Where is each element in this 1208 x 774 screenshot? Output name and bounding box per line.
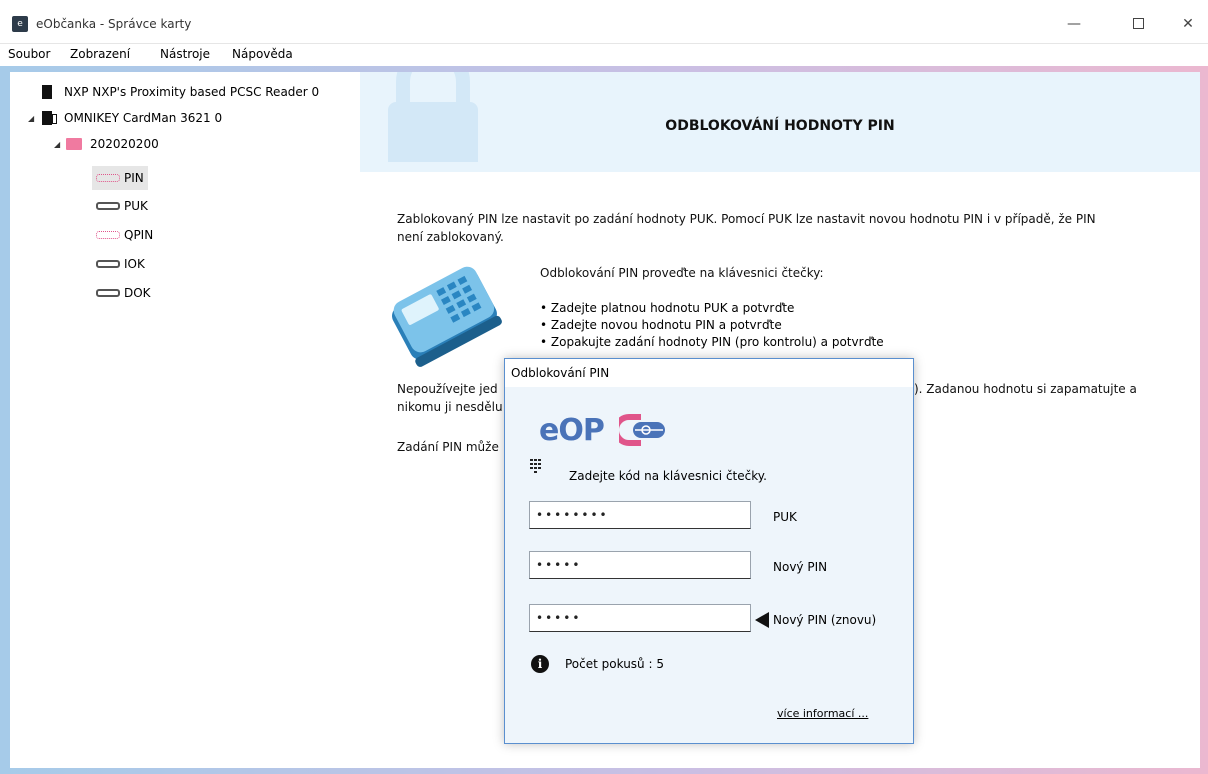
- tree-item-dok[interactable]: DOK: [96, 281, 151, 305]
- menu-nastroje[interactable]: Nástroje: [160, 47, 210, 61]
- card-reader-icon: [40, 110, 58, 126]
- eop-logo-icon: [619, 414, 665, 446]
- card-terminal-icon: [392, 266, 502, 367]
- tree-item-label: PIN: [124, 171, 144, 185]
- expand-arrow-icon[interactable]: ◢: [28, 114, 40, 123]
- close-button[interactable]: ✕: [1176, 12, 1200, 36]
- maximize-icon: [1132, 18, 1144, 29]
- menu-soubor[interactable]: Soubor: [8, 47, 50, 61]
- new-pin-label: Nový PIN: [773, 560, 828, 574]
- intro-line-2: není zablokovaný.: [397, 230, 504, 244]
- tree-reader-nxp[interactable]: NXP NXP's Proximity based PCSC Reader 0: [40, 80, 319, 104]
- id-card-icon: [66, 138, 82, 150]
- confirm-pin-label: Nový PIN (znovu): [773, 613, 877, 627]
- window-title: eObčanka - Správce karty: [36, 17, 192, 31]
- instruction-text: Odblokování PIN proveďte na klávesnici č…: [540, 266, 824, 280]
- attempts-counter: Počet pokusů : 5: [565, 657, 664, 671]
- device-tree: NXP NXP's Proximity based PCSC Reader 0 …: [10, 72, 360, 768]
- list-item: • Zopakujte zadání hodnoty PIN (pro kont…: [540, 335, 884, 349]
- minimize-button[interactable]: —: [1062, 12, 1086, 36]
- key-code-icon: [96, 260, 120, 268]
- warning-text-line2: nikomu ji nesdělu: [397, 400, 503, 414]
- maximize-button[interactable]: [1126, 12, 1150, 36]
- tree-item-qpin[interactable]: QPIN: [96, 223, 153, 247]
- card-reader-icon: [40, 84, 58, 100]
- tree-item-label: PUK: [124, 199, 148, 213]
- tree-item-label: QPIN: [124, 228, 154, 242]
- key-code-icon: [96, 289, 120, 297]
- tree-card[interactable]: ◢ 202020200: [54, 132, 159, 156]
- warning-text-end: ). Zadanou hodnotu si zapamatujte a: [914, 382, 1137, 396]
- eop-logo: eOP: [539, 413, 605, 448]
- tree-card-label: 202020200: [90, 137, 159, 151]
- pin-code-icon: [96, 231, 120, 239]
- dialog-title: Odblokování PIN: [511, 366, 610, 380]
- info-icon: i: [531, 655, 549, 673]
- more-info-link[interactable]: více informací ...: [777, 707, 868, 720]
- puk-field[interactable]: ••••••••: [529, 501, 751, 529]
- app-icon: e: [12, 16, 28, 32]
- list-item: • Zadejte novou hodnotu PIN a potvrďte: [540, 318, 782, 332]
- tree-reader-omnikey[interactable]: ◢ OMNIKEY CardMan 3621 0: [28, 106, 222, 130]
- tree-item-iok[interactable]: IOK: [96, 252, 145, 276]
- new-pin-field[interactable]: •••••: [529, 551, 751, 579]
- lock-watermark-icon: [388, 72, 478, 162]
- expand-arrow-icon[interactable]: ◢: [54, 140, 66, 149]
- title-bar: e eObčanka - Správce karty — ✕: [0, 0, 1208, 44]
- tree-reader-label: NXP NXP's Proximity based PCSC Reader 0: [64, 85, 320, 99]
- current-field-arrow-icon: [755, 612, 769, 628]
- confirm-pin-field[interactable]: •••••: [529, 604, 751, 632]
- instruction-list: • Zadejte platnou hodnotu PUK a potvrďte…: [540, 300, 884, 351]
- note-text: Zadání PIN může: [397, 440, 499, 454]
- dialog-title-bar: Odblokování PIN: [505, 359, 913, 387]
- keypad-icon: [530, 459, 541, 473]
- unblock-pin-dialog: Odblokování PIN eOP Zadejte kód na kláve…: [504, 358, 914, 744]
- menu-napoveda[interactable]: Nápověda: [232, 47, 293, 61]
- puk-label: PUK: [773, 510, 797, 524]
- key-code-icon: [96, 202, 120, 210]
- warning-text-start: Nepoužívejte jed: [397, 382, 498, 396]
- menu-bar: Soubor Zobrazení Nástroje Nápověda: [0, 44, 1208, 66]
- tree-item-label: IOK: [124, 257, 145, 271]
- pin-code-icon: [96, 174, 120, 182]
- list-item: • Zadejte platnou hodnotu PUK a potvrďte: [540, 301, 795, 315]
- intro-text: Zablokovaný PIN lze nastavit po zadání h…: [397, 210, 1177, 246]
- page-title: ODBLOKOVÁNÍ HODNOTY PIN: [665, 118, 895, 134]
- intro-line-1: Zablokovaný PIN lze nastavit po zadání h…: [397, 212, 1096, 226]
- keypad-instruction: Zadejte kód na klávesnici čtečky.: [569, 469, 767, 483]
- tree-item-pin[interactable]: PIN: [92, 166, 148, 190]
- tree-reader-label: OMNIKEY CardMan 3621 0: [64, 111, 223, 125]
- tree-item-puk[interactable]: PUK: [96, 194, 148, 218]
- tree-item-label: DOK: [124, 286, 151, 300]
- menu-zobrazeni[interactable]: Zobrazení: [70, 47, 130, 61]
